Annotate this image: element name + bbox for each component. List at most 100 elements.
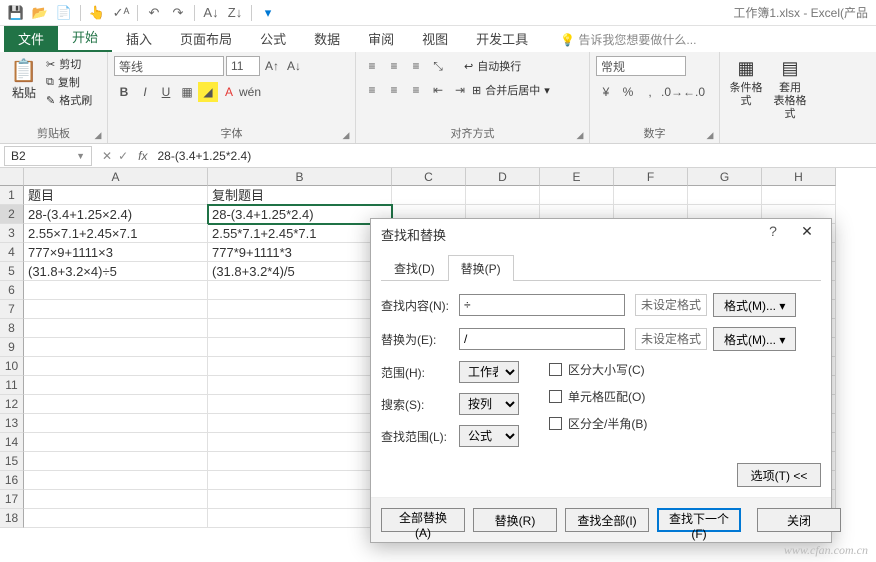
search-select[interactable]: 按列 bbox=[459, 393, 519, 415]
replace-all-button[interactable]: 全部替换(A) bbox=[381, 508, 465, 532]
tab-file[interactable]: 文件 bbox=[4, 25, 58, 52]
font-name-combo[interactable] bbox=[114, 56, 224, 76]
tab-replace-dialog[interactable]: 替换(P) bbox=[448, 255, 514, 281]
cell[interactable]: (31.8+3.2*4)/5 bbox=[208, 262, 392, 281]
find-all-button[interactable]: 查找全部(I) bbox=[565, 508, 649, 532]
match-entire-cell-checkbox[interactable]: 单元格匹配(O) bbox=[549, 388, 647, 405]
row-header[interactable]: 13 bbox=[0, 414, 24, 433]
cell[interactable] bbox=[208, 414, 392, 433]
undo-icon[interactable]: ↶ bbox=[142, 2, 166, 24]
merge-center-button[interactable]: ⊞合并后居中 ▾ bbox=[472, 82, 550, 98]
cell[interactable] bbox=[24, 452, 208, 471]
tab-insert[interactable]: 插入 bbox=[112, 25, 166, 52]
select-all-corner[interactable] bbox=[0, 168, 24, 186]
italic-button[interactable]: I bbox=[135, 82, 155, 102]
cell[interactable] bbox=[614, 186, 688, 205]
format-painter-button[interactable]: ✎格式刷 bbox=[46, 92, 92, 108]
fill-color-button[interactable]: ◢ bbox=[198, 82, 218, 102]
cell[interactable]: 777*9+1111*3 bbox=[208, 243, 392, 262]
col-header-b[interactable]: B bbox=[208, 168, 392, 186]
col-header-h[interactable]: H bbox=[762, 168, 836, 186]
clipboard-dialog-launcher-icon[interactable]: ◢ bbox=[91, 127, 105, 141]
tab-developer[interactable]: 开发工具 bbox=[462, 25, 542, 52]
decrease-indent-icon[interactable]: ⇤ bbox=[428, 80, 448, 100]
row-header[interactable]: 10 bbox=[0, 357, 24, 376]
row-header[interactable]: 17 bbox=[0, 490, 24, 509]
match-case-checkbox[interactable]: 区分大小写(C) bbox=[549, 361, 647, 378]
cell[interactable] bbox=[24, 376, 208, 395]
increase-font-icon[interactable]: A↑ bbox=[262, 56, 282, 76]
close-button[interactable]: 关闭 bbox=[757, 508, 841, 532]
cell[interactable]: 题目 bbox=[24, 186, 208, 205]
find-what-input[interactable] bbox=[459, 294, 625, 316]
save-icon[interactable]: 💾 bbox=[4, 2, 28, 24]
cell[interactable]: 2.55×7.1+2.45×7.1 bbox=[24, 224, 208, 243]
customize-qat-icon[interactable]: ▾ bbox=[256, 2, 280, 24]
font-dialog-launcher-icon[interactable]: ◢ bbox=[339, 127, 353, 141]
phonetic-button[interactable]: wén bbox=[240, 82, 260, 102]
number-format-combo[interactable] bbox=[596, 56, 686, 76]
cell[interactable]: 28-(3.4+1.25×2.4) bbox=[24, 205, 208, 224]
font-size-combo[interactable] bbox=[226, 56, 260, 76]
tab-data[interactable]: 数据 bbox=[300, 25, 354, 52]
copy-button[interactable]: ⧉复制 bbox=[46, 74, 92, 90]
tab-review[interactable]: 审阅 bbox=[354, 25, 408, 52]
cell[interactable] bbox=[208, 433, 392, 452]
align-left-icon[interactable]: ≡ bbox=[362, 80, 382, 100]
tab-page-layout[interactable]: 页面布局 bbox=[166, 25, 246, 52]
align-center-icon[interactable]: ≡ bbox=[384, 80, 404, 100]
cell[interactable] bbox=[24, 281, 208, 300]
tell-me-search[interactable]: 💡 告诉我您想要做什么... bbox=[554, 27, 702, 52]
cell[interactable]: 28-(3.4+1.25*2.4) bbox=[208, 205, 392, 224]
cell[interactable] bbox=[466, 186, 540, 205]
paste-button[interactable]: 📋 粘贴 bbox=[6, 54, 42, 101]
col-header-a[interactable]: A bbox=[24, 168, 208, 186]
col-header-f[interactable]: F bbox=[614, 168, 688, 186]
cell[interactable] bbox=[24, 395, 208, 414]
replace-button[interactable]: 替换(R) bbox=[473, 508, 557, 532]
cell[interactable] bbox=[24, 433, 208, 452]
open-icon[interactable]: 📂 bbox=[28, 2, 52, 24]
cell[interactable] bbox=[688, 186, 762, 205]
border-button[interactable]: ▦ bbox=[177, 82, 197, 102]
tab-formulas[interactable]: 公式 bbox=[246, 25, 300, 52]
currency-icon[interactable]: ¥ bbox=[596, 82, 616, 102]
row-header[interactable]: 2 bbox=[0, 205, 24, 224]
cell[interactable]: 777×9+1111×3 bbox=[24, 243, 208, 262]
name-box[interactable]: B2▼ bbox=[4, 146, 92, 166]
cell[interactable]: 复制题目 bbox=[208, 186, 392, 205]
redo-icon[interactable]: ↷ bbox=[166, 2, 190, 24]
col-header-d[interactable]: D bbox=[466, 168, 540, 186]
tab-view[interactable]: 视图 bbox=[408, 25, 462, 52]
row-header[interactable]: 3 bbox=[0, 224, 24, 243]
cell[interactable] bbox=[24, 300, 208, 319]
replace-format-button[interactable]: 格式(M)... ▾ bbox=[713, 327, 796, 351]
replace-with-input[interactable] bbox=[459, 328, 625, 350]
cell[interactable] bbox=[540, 186, 614, 205]
col-header-c[interactable]: C bbox=[392, 168, 466, 186]
spellcheck-icon[interactable]: ✓ᴬ bbox=[109, 2, 133, 24]
wrap-text-button[interactable]: ↩自动换行 bbox=[464, 58, 521, 74]
enter-formula-icon[interactable]: ✓ bbox=[118, 149, 128, 163]
cell[interactable] bbox=[24, 414, 208, 433]
cut-button[interactable]: ✂剪切 bbox=[46, 56, 92, 72]
match-width-checkbox[interactable]: 区分全/半角(B) bbox=[549, 415, 647, 432]
cell[interactable] bbox=[24, 357, 208, 376]
cell[interactable] bbox=[24, 490, 208, 509]
row-header[interactable]: 11 bbox=[0, 376, 24, 395]
col-header-e[interactable]: E bbox=[540, 168, 614, 186]
align-middle-icon[interactable]: ≡ bbox=[384, 56, 404, 76]
formula-input[interactable]: 28-(3.4+1.25*2.4) bbox=[153, 149, 876, 163]
new-icon[interactable]: 📄 bbox=[52, 2, 76, 24]
row-header[interactable]: 14 bbox=[0, 433, 24, 452]
row-header[interactable]: 7 bbox=[0, 300, 24, 319]
cell[interactable] bbox=[24, 338, 208, 357]
cell[interactable] bbox=[762, 186, 836, 205]
help-icon[interactable]: ? bbox=[761, 223, 785, 239]
cell[interactable] bbox=[208, 509, 392, 528]
cell[interactable] bbox=[208, 376, 392, 395]
percent-icon[interactable]: % bbox=[618, 82, 638, 102]
cell[interactable] bbox=[208, 490, 392, 509]
col-header-g[interactable]: G bbox=[688, 168, 762, 186]
cell[interactable] bbox=[208, 300, 392, 319]
